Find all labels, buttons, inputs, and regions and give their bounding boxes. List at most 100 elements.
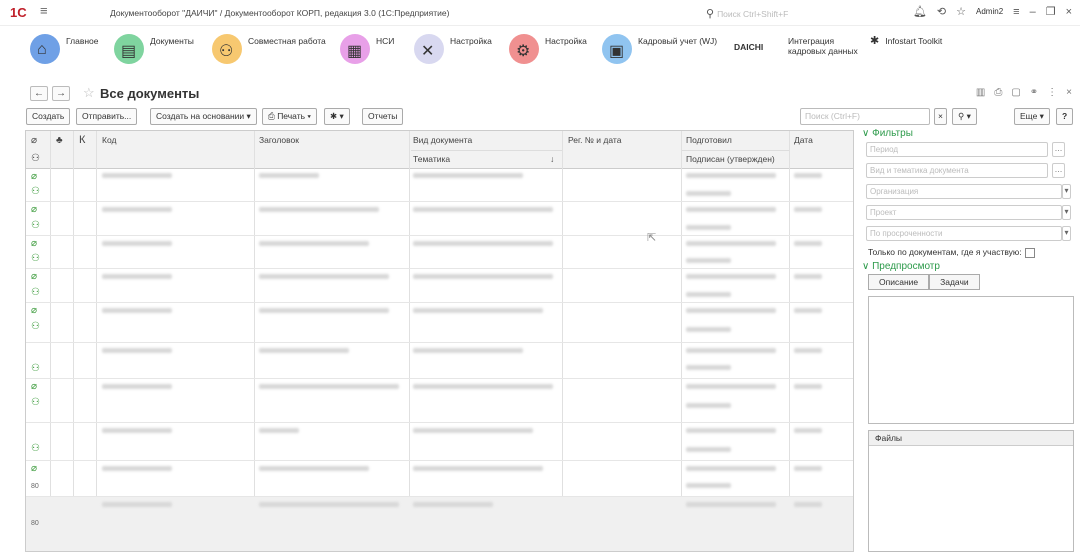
section-settings[interactable]: ✕ Настройка [414, 34, 492, 64]
only-mine-filter[interactable]: Только по документам, где я участвую: [868, 247, 1035, 258]
section-hr-integration[interactable]: Интеграция кадровых данных [788, 34, 866, 56]
minimize-icon[interactable]: – [1030, 6, 1036, 18]
section-daichi[interactable]: DAICHI [734, 40, 763, 52]
clear-search-button[interactable]: × [934, 108, 947, 125]
tools-icon: ✕ [414, 34, 444, 64]
section-collaboration[interactable]: ⚇ Совместная работа [212, 34, 326, 64]
search-input[interactable]: Поиск (Ctrl+F) [800, 108, 930, 125]
participants-icon: ⚇ [31, 397, 40, 408]
close-form-icon[interactable]: × [1066, 87, 1072, 98]
type-topic-field[interactable]: Вид и тематика документа [866, 163, 1048, 178]
more-vertical-icon[interactable]: ⋮ [1047, 87, 1057, 98]
column-doc-type[interactable]: Вид документа [413, 135, 472, 145]
nsi-icon: ▦ [340, 34, 370, 64]
column-title[interactable]: Заголовок [259, 135, 299, 145]
menu-icon[interactable]: ≡ [40, 3, 48, 18]
favorites-icon[interactable]: ☆ [956, 5, 966, 18]
send-button[interactable]: Отправить... [76, 108, 138, 125]
column-topic[interactable]: Тематика [413, 154, 450, 164]
blurred-title [259, 502, 399, 507]
forward-button[interactable]: → [52, 86, 70, 101]
column-code[interactable]: Код [102, 135, 116, 145]
row-number: 80 [31, 520, 39, 527]
project-field[interactable]: Проект [866, 205, 1062, 220]
period-select-button[interactable]: … [1052, 142, 1065, 157]
project-dropdown[interactable]: ▾ [1062, 205, 1071, 220]
print-icon[interactable]: ⎙ [994, 87, 1002, 98]
column-reg[interactable]: Рег. № и дата [568, 135, 621, 145]
column-prepared[interactable]: Подготовил [686, 135, 732, 145]
attachment-icon: ⌀ [31, 381, 38, 392]
preview-header-label: Предпросмотр [872, 261, 940, 272]
section-hr[interactable]: ▣ Кадровый учет (WJ) [602, 34, 717, 64]
create-based-on-label: Создать на основании [156, 111, 245, 121]
create-based-on-button[interactable]: Создать на основании ▾ [150, 108, 257, 125]
section-label: Настройка [545, 36, 587, 46]
blurred-title [259, 384, 399, 389]
participants-column-icon[interactable]: ⚇ [31, 153, 40, 164]
favorite-star-icon[interactable]: ☆ [83, 85, 95, 101]
blurred-signed [686, 447, 731, 452]
blurred-type [413, 173, 523, 178]
blurred-code [102, 308, 172, 313]
sort-arrow-icon: ↓ [550, 154, 555, 164]
bell-icon[interactable]: 🔔︎ [913, 5, 927, 18]
settings-menu-icon[interactable]: ≡ [1013, 6, 1019, 18]
tab-tasks[interactable]: Задачи [929, 274, 980, 290]
table-row-selected[interactable]: 80 [26, 497, 853, 551]
preview-header[interactable]: ∨ Предпросмотр [862, 261, 940, 272]
table-row[interactable]: ⌀ ⚇ [26, 169, 853, 202]
documents-table[interactable]: ⌀ ⚇ ♣ К Код Заголовок Вид документа Тема… [25, 130, 854, 552]
period-field[interactable]: Период [866, 142, 1048, 157]
table-row[interactable]: ⌀ 80 [26, 461, 853, 497]
close-icon[interactable]: × [1066, 6, 1072, 18]
attachment-column-icon[interactable]: ⌀ [31, 135, 37, 146]
tools-menu-button[interactable]: ✱ ▾ [324, 108, 350, 125]
table-row[interactable]: ⚇ [26, 343, 853, 379]
section-documents[interactable]: ▤ Документы [114, 34, 194, 64]
blurred-date [794, 502, 822, 507]
history-icon[interactable]: ⟲ [937, 5, 946, 18]
blurred-prepared [686, 207, 776, 212]
only-mine-checkbox[interactable] [1024, 247, 1035, 258]
search-button[interactable]: ⚲ ▾ [952, 108, 977, 125]
organization-field[interactable]: Организация [866, 184, 1062, 199]
table-row[interactable]: ⚇ [26, 423, 853, 461]
restore-icon[interactable]: ❐ [1046, 5, 1056, 18]
column-date[interactable]: Дата [794, 135, 813, 145]
form-title: Все документы [100, 86, 200, 101]
save-icon[interactable]: ▥ [976, 87, 985, 98]
blurred-title [259, 428, 299, 433]
link-icon[interactable]: ⚭ [1030, 87, 1038, 98]
table-row[interactable]: ⌀ ⚇ [26, 269, 853, 303]
column-k[interactable]: К [79, 134, 85, 146]
blurred-type [413, 274, 553, 279]
print-button[interactable]: ⎙ Печать ▾ [262, 108, 317, 125]
filters-header[interactable]: ∨ Фильтры [862, 128, 913, 139]
table-row[interactable]: ⌀ ⚇ [26, 202, 853, 236]
table-row[interactable]: ⌀ ⚇ [26, 379, 853, 423]
section-nsi[interactable]: ▦ НСИ [340, 34, 394, 64]
help-button[interactable]: ? [1056, 108, 1074, 125]
section-main[interactable]: ⌂ Главное [30, 34, 98, 64]
hierarchy-column-icon[interactable]: ♣ [56, 135, 63, 146]
back-button[interactable]: ← [30, 86, 48, 101]
table-row[interactable]: ⌀ ⚇ [26, 303, 853, 343]
reports-button[interactable]: Отчеты [362, 108, 404, 125]
user-name[interactable]: Admin2 [976, 7, 1003, 16]
blurred-date [794, 428, 822, 433]
organization-dropdown[interactable]: ▾ [1062, 184, 1071, 199]
global-search[interactable]: ⚲ Поиск Ctrl+Shift+F [706, 7, 788, 20]
preview-icon[interactable]: ▢ [1011, 87, 1020, 98]
overdue-dropdown[interactable]: ▾ [1062, 226, 1071, 241]
type-topic-select-button[interactable]: … [1052, 163, 1065, 178]
column-signed[interactable]: Подписан (утвержден) [686, 154, 775, 164]
window-titlebar: 1С ≡ Документооборот "ДАИЧИ" / Документо… [0, 0, 1080, 26]
tab-description[interactable]: Описание [868, 274, 930, 290]
table-row[interactable]: ⌀ ⚇ [26, 236, 853, 269]
overdue-field[interactable]: По просроченности [866, 226, 1062, 241]
more-button[interactable]: Еще ▾ [1014, 108, 1050, 125]
section-toolkit[interactable]: ✱ Infostart Toolkit [870, 34, 942, 47]
create-button[interactable]: Создать [26, 108, 71, 125]
section-settings-2[interactable]: ⚙ Настройка [509, 34, 587, 64]
